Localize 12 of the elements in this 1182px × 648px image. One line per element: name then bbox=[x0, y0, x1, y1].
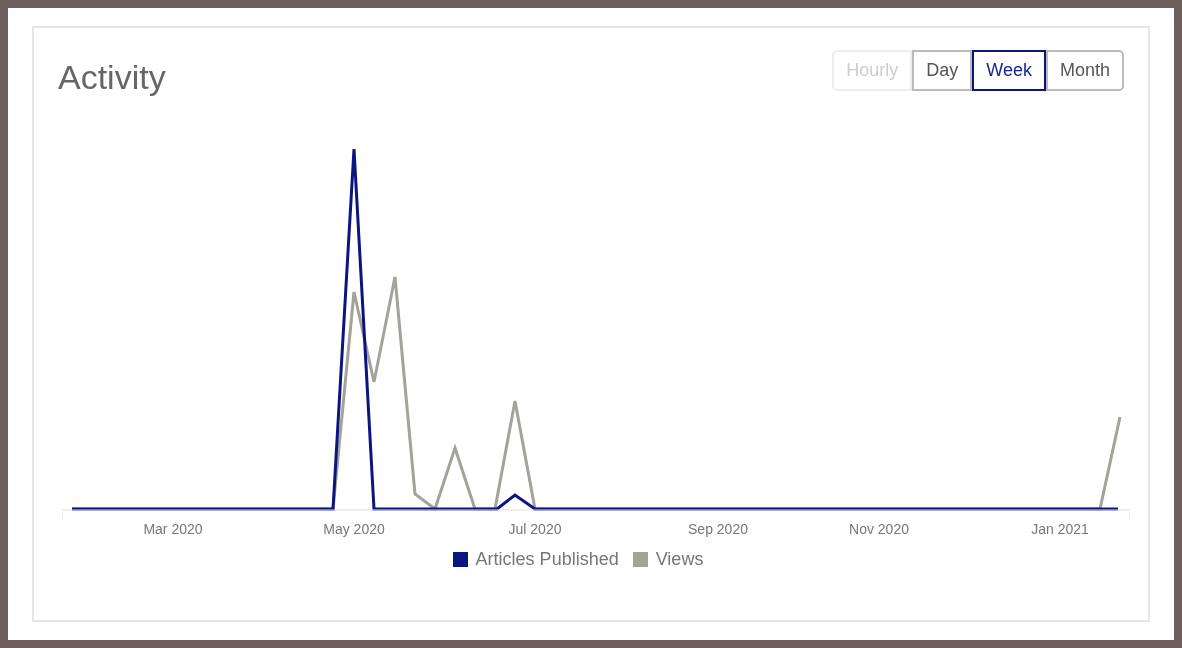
range-button[interactable]: Month bbox=[1045, 50, 1124, 91]
range-button[interactable]: Week bbox=[972, 50, 1046, 91]
axis-label: Jul 2020 bbox=[508, 521, 562, 537]
axis-label: Jan 2021 bbox=[1031, 521, 1089, 537]
axis-label: Mar 2020 bbox=[143, 521, 203, 537]
legend-label: Views bbox=[655, 549, 704, 570]
range-button[interactable]: Day bbox=[912, 50, 973, 91]
legend-label: Articles Published bbox=[475, 549, 619, 570]
axis-label: May 2020 bbox=[323, 521, 385, 537]
axis-label: Nov 2020 bbox=[849, 521, 909, 537]
chart-title: Activity bbox=[58, 58, 166, 97]
axis-label: Sep 2020 bbox=[688, 521, 748, 537]
